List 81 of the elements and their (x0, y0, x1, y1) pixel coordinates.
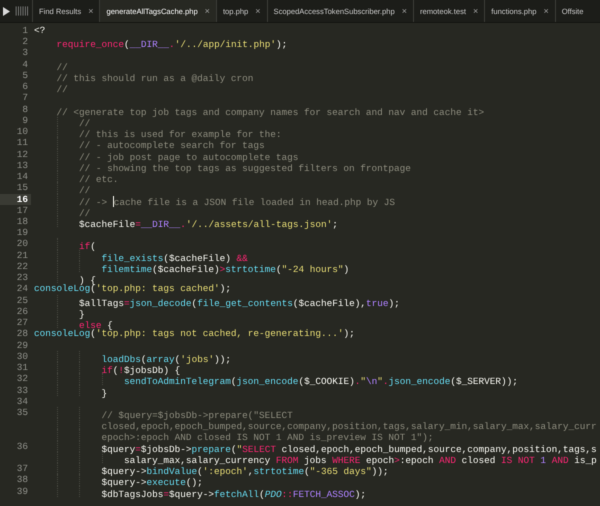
line-number: 30 (16, 350, 28, 362)
line-number: 19 (16, 227, 28, 238)
line-number: 15 (16, 182, 28, 194)
code-line: } (102, 388, 108, 399)
code-line: $allTags=json_decode(file_get_contents($cacheFile),true); (79, 298, 400, 309)
line-number: 31 (16, 362, 28, 374)
line-number: 16 (16, 194, 28, 205)
code-line: salary_max,salary_currency FROM jobs WHERE epoch>:epoch AND closed IS NOT 1 AND is_p (124, 455, 597, 466)
line-number: 23 (16, 272, 28, 284)
line-number: 33 (16, 384, 28, 396)
code-line: // (56, 62, 68, 73)
code-line: <? (34, 25, 46, 36)
line-number: 1 (22, 25, 28, 36)
code-line: // - autocomplete search for tags (79, 140, 265, 152)
line-number: 25 (16, 294, 28, 306)
line-number: 26 (16, 306, 28, 317)
code-line: $query->bindValue(':epoch',strtotime("-365 days")); (102, 466, 389, 478)
code-line: filemtime($cacheFile)>strtotime("-24 hours") (102, 264, 350, 276)
line-number: 2 (22, 36, 28, 48)
code-line: // <generate top job tags and company names for search and nav and cache it> (56, 106, 484, 118)
code-line: loadDbs(array('jobs')); (102, 354, 231, 366)
close-icon[interactable]: × (255, 6, 261, 16)
close-icon[interactable]: × (204, 6, 210, 16)
line-number: 7 (22, 92, 28, 104)
line-number: 12 (16, 148, 28, 160)
code-line: consoleLog('top.php: tags not cached, re-generating...'); (34, 328, 355, 340)
line-number: 35 (16, 406, 28, 418)
line-number: 27 (16, 317, 28, 328)
code-line: // (56, 84, 68, 96)
close-icon[interactable]: × (543, 6, 549, 16)
line-number: 32 (16, 373, 28, 384)
line-number: 9 (22, 114, 28, 126)
line-number: 28 (16, 328, 28, 340)
code-line: sendToAdminTelegram(json_encode($_COOKIE)."\n".json_encode($_SERVER)); (124, 376, 518, 388)
code-line: // this should run as a @daily cron (56, 73, 254, 84)
grip-icon[interactable] (15, 5, 28, 17)
line-number: 3 (22, 47, 28, 58)
line-number: 38 (16, 474, 28, 486)
code-line: // $query=$jobsDb->prepare("SELECT (102, 410, 293, 422)
line-number: 34 (16, 396, 28, 407)
line-number: 5 (22, 70, 28, 81)
line-number: 37 (16, 463, 28, 474)
line-number: 10 (16, 126, 28, 138)
line-number: 22 (16, 260, 28, 272)
code-line: epoch>:epoch AND closed IS NOT 1 AND is_preview IS NOT 1"); (102, 432, 434, 444)
close-icon[interactable]: × (472, 6, 478, 16)
code-line: if( (79, 242, 96, 253)
line-number: 6 (22, 81, 28, 92)
line-number: 29 (16, 340, 28, 351)
line-number: 11 (16, 137, 28, 148)
code-line: if(!$jobsDb) { (102, 365, 180, 376)
close-icon[interactable]: × (88, 6, 94, 16)
code-line: // (79, 118, 90, 130)
code-line: // -> cache file is a JSON file loaded in head.php by JS (79, 196, 396, 208)
line-number: 21 (16, 250, 28, 261)
line-number: 17 (16, 204, 28, 216)
code-line: $dbTagsJobs=$query->fetchAll(PDO::FETCH_ASSOC); (102, 488, 366, 500)
line-number: 36 (16, 440, 28, 452)
code-line: // etc. (79, 174, 118, 186)
code-line: $query=$jobsDb->prepare("SELECT closed,epoch,epoch_bumped,source,company,position,tags,s (102, 444, 597, 455)
line-number: 20 (16, 238, 28, 250)
line-number: 8 (22, 104, 28, 115)
code-line: closed,epoch,epoch_bumped,source,company,position,tags,salary_min,salary_max,salary_curr (102, 421, 597, 432)
line-number: 4 (22, 58, 28, 70)
code-line: $query->execute(); (102, 478, 203, 489)
code-line: // (79, 186, 90, 197)
code-line: } (79, 309, 85, 320)
code-line: // (79, 208, 90, 219)
line-number: 14 (16, 171, 28, 182)
code-line: file_exists($cacheFile) && (102, 252, 248, 264)
code-line: require_once(__DIR__.'/../app/init.php'); (56, 39, 288, 50)
code-line: // this is used for example for the: (79, 129, 282, 140)
code-line: // - showing the top tags as suggested filters on frontpage (79, 163, 411, 174)
close-icon[interactable]: × (402, 6, 407, 16)
code-line: // - job post page to autocomplete tags (79, 152, 298, 163)
code-line: $cacheFile=__DIR__.'/../assets/all-tags.json'; (79, 219, 338, 230)
line-number: 24 (16, 283, 28, 294)
line-number: 18 (16, 216, 28, 227)
play-arrow-icon[interactable] (3, 6, 10, 16)
line-number: 39 (16, 486, 28, 497)
line-number: 13 (16, 160, 28, 171)
